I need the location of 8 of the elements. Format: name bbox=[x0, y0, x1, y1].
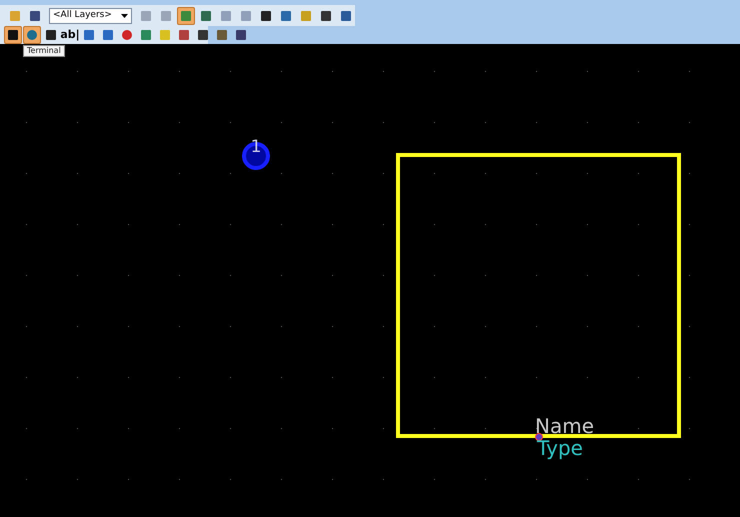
component-name: Name bbox=[535, 415, 594, 437]
origin-marker bbox=[535, 433, 543, 441]
tooltip: Terminal bbox=[23, 45, 65, 57]
caret-icon bbox=[121, 14, 128, 18]
text-tool-button[interactable]: ab| bbox=[61, 26, 79, 44]
layer-dropdown[interactable]: <All Layers> bbox=[49, 8, 132, 24]
pointer-tool-button[interactable] bbox=[4, 26, 22, 44]
component-type: Type bbox=[537, 437, 583, 459]
